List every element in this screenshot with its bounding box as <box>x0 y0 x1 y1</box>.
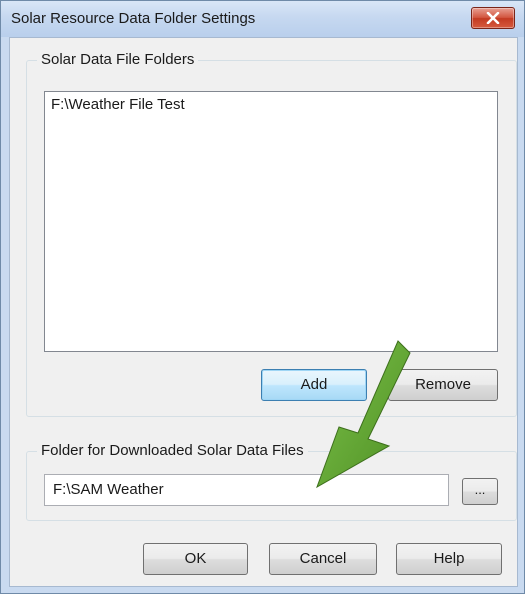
remove-button[interactable]: Remove <box>388 369 498 401</box>
close-button[interactable] <box>471 7 515 29</box>
download-folder-field[interactable]: F:\SAM Weather <box>44 474 449 506</box>
browse-button[interactable]: ... <box>462 478 498 505</box>
solar-data-folders-label: Solar Data File Folders <box>37 51 199 68</box>
folders-listbox[interactable]: F:\Weather File Test <box>44 91 498 352</box>
ok-button[interactable]: OK <box>143 543 248 575</box>
close-icon <box>486 12 500 24</box>
add-button-label: Add <box>300 376 328 393</box>
browse-button-label: ... <box>474 482 486 497</box>
cancel-button[interactable]: Cancel <box>269 543 377 575</box>
list-item[interactable]: F:\Weather File Test <box>51 96 185 113</box>
download-folder-value: F:\SAM Weather <box>53 481 164 498</box>
ok-button-label: OK <box>184 550 207 567</box>
help-button-label: Help <box>433 550 465 567</box>
title-bar[interactable]: Solar Resource Data Folder Settings <box>1 1 524 37</box>
dialog-window: Solar Resource Data Folder Settings Sola… <box>0 0 525 594</box>
dialog-client-area: Solar Data File Folders F:\Weather File … <box>9 37 518 587</box>
add-button[interactable]: Add <box>261 369 367 401</box>
remove-button-label: Remove <box>415 376 471 393</box>
window-title: Solar Resource Data Folder Settings <box>11 10 256 27</box>
help-button[interactable]: Help <box>396 543 502 575</box>
downloaded-folder-label: Folder for Downloaded Solar Data Files <box>37 442 308 459</box>
cancel-button-label: Cancel <box>299 550 347 567</box>
